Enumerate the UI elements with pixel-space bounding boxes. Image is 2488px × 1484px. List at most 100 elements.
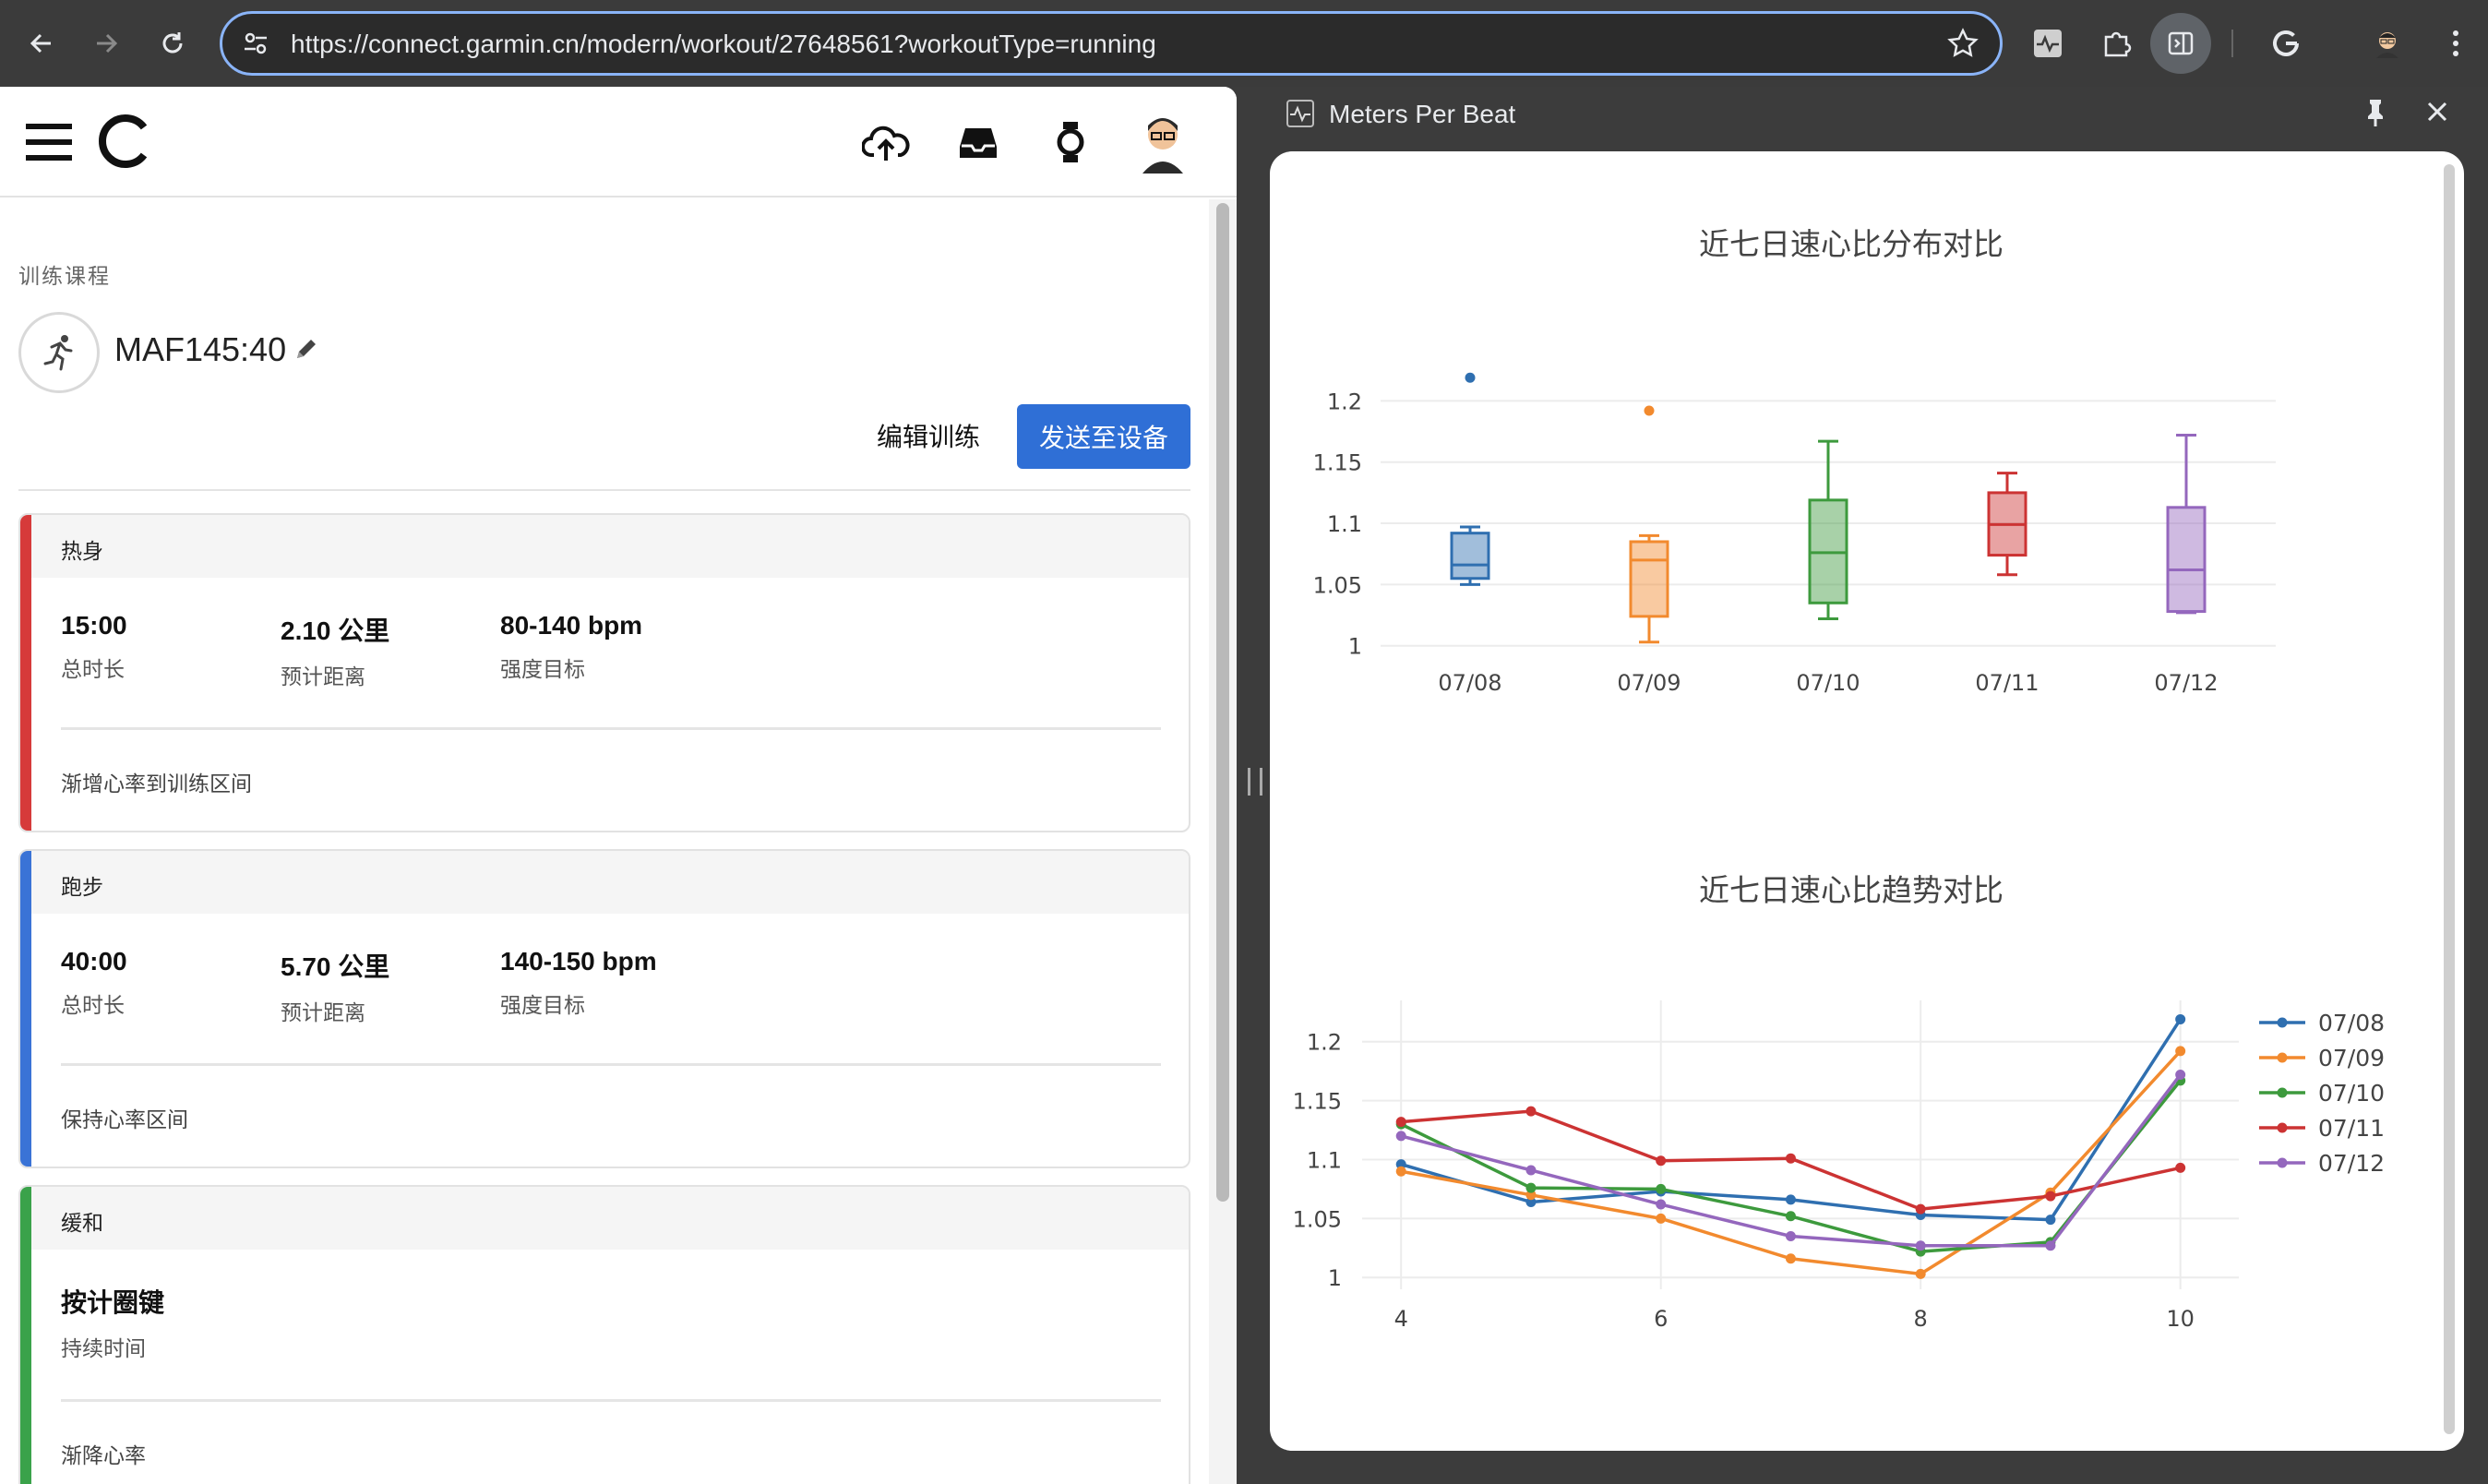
step-note: 保持心率区间 xyxy=(61,1108,188,1132)
browser-toolbar: https://connect.garmin.cn/modern/workout… xyxy=(0,0,2488,87)
step-color-bar xyxy=(20,515,31,831)
pulse-icon xyxy=(1290,105,1310,123)
series-point xyxy=(1395,1131,1406,1142)
extensions-button[interactable] xyxy=(2093,20,2139,66)
metric-value: 140-150 bpm xyxy=(500,947,657,975)
google-g-icon xyxy=(2273,30,2299,56)
extension-pulse-button[interactable] xyxy=(2025,20,2071,66)
y-tick-label: 1.2 xyxy=(1327,389,1362,414)
address-bar[interactable]: https://connect.garmin.cn/modern/workout… xyxy=(220,11,2003,76)
pulse-extension-icon xyxy=(2034,30,2062,57)
metric-target: 80-140 bpm 强度目标 xyxy=(500,611,642,683)
step-header: 跑步 xyxy=(31,851,1189,914)
metric-value: 40:00 xyxy=(61,947,127,975)
series-point xyxy=(2045,1215,2056,1226)
step-name: 缓和 xyxy=(61,1212,103,1236)
step-color-bar xyxy=(20,851,31,1167)
panel-app-icon xyxy=(1286,100,1314,127)
metric-label: 持续时间 xyxy=(61,1337,146,1361)
forward-arrow-icon xyxy=(97,33,118,54)
box-iqr xyxy=(1450,532,1490,580)
side-panel-icon xyxy=(2168,31,2194,55)
metric-duration: 按计圈键 持续时间 xyxy=(61,1283,164,1362)
edit-title-pencil-icon[interactable] xyxy=(293,336,319,362)
series-point xyxy=(1656,1155,1667,1167)
upload-cloud-icon[interactable] xyxy=(862,124,910,162)
site-settings-icon[interactable] xyxy=(241,29,270,58)
series-point xyxy=(2175,1013,2186,1024)
series-point xyxy=(1785,1253,1796,1264)
metric-value: 5.70 公里 xyxy=(281,952,390,981)
step-name: 跑步 xyxy=(61,876,103,900)
step-note: 渐增心率到训练区间 xyxy=(61,772,252,796)
box-iqr xyxy=(2166,506,2207,614)
pin-icon[interactable] xyxy=(2362,98,2388,127)
legend-label: 07/11 xyxy=(2318,1115,2385,1142)
url-text[interactable]: https://connect.garmin.cn/modern/workout… xyxy=(291,30,1156,59)
browser-menu-button[interactable] xyxy=(2433,20,2479,66)
metric-label: 强度目标 xyxy=(500,658,585,682)
panel-scrollbar[interactable] xyxy=(2442,161,2457,1434)
panel-resize-handle[interactable] xyxy=(1248,768,1262,796)
y-tick-label: 1.2 xyxy=(1307,1030,1342,1056)
close-icon[interactable] xyxy=(2423,98,2451,126)
google-button[interactable] xyxy=(2263,20,2309,66)
side-panel-button[interactable] xyxy=(2150,13,2211,74)
watch-device-icon[interactable] xyxy=(1056,120,1085,164)
box-chart-title: 近七日速心比分布对比 xyxy=(1699,226,2004,262)
metric-duration: 40:00 总时长 xyxy=(61,947,127,1019)
reload-button[interactable] xyxy=(148,18,197,68)
legend-swatch-point xyxy=(2277,1017,2288,1028)
page-scrollbar-thumb[interactable] xyxy=(1216,203,1229,1202)
metric-label: 强度目标 xyxy=(500,994,585,1018)
garmin-page: 训练课程 MAF145:40 编辑训练 发送至设备 热身 15:00 总时长 2.… xyxy=(0,87,1237,1484)
x-tick-label: 07/10 xyxy=(1796,670,1860,696)
reload-icon xyxy=(162,32,183,54)
legend-swatch-point xyxy=(2277,1052,2288,1063)
step-header: 热身 xyxy=(31,515,1189,578)
more-vert-icon xyxy=(2453,30,2458,56)
box-outlier xyxy=(1465,372,1476,383)
step-divider xyxy=(61,1063,1161,1066)
divider xyxy=(18,489,1190,491)
user-avatar-icon[interactable] xyxy=(1137,109,1189,174)
legend-swatch-point xyxy=(2277,1157,2288,1168)
x-tick-label: 10 xyxy=(2166,1306,2195,1332)
series-point xyxy=(1656,1213,1667,1224)
app-header xyxy=(0,87,1237,197)
x-tick-label: 8 xyxy=(1914,1306,1928,1332)
profile-button[interactable] xyxy=(2364,20,2410,66)
series-point xyxy=(2175,1069,2186,1080)
metric-value: 15:00 xyxy=(61,611,127,640)
inbox-tray-icon[interactable] xyxy=(958,126,999,161)
side-panel-title: Meters Per Beat xyxy=(1329,100,1516,128)
metric-distance: 2.10 公里 预计距离 xyxy=(281,611,389,690)
legend-swatch-point xyxy=(2277,1087,2288,1098)
y-tick-label: 1.15 xyxy=(1293,1089,1342,1115)
hamburger-menu-icon[interactable] xyxy=(26,122,72,162)
series-point xyxy=(1785,1194,1796,1205)
metric-label: 总时长 xyxy=(61,994,125,1018)
step-card-cooldown[interactable]: 缓和 按计圈键 持续时间 渐降心率 xyxy=(18,1185,1190,1484)
edit-workout-button[interactable]: 编辑训练 xyxy=(877,417,980,454)
breadcrumb[interactable]: 训练课程 xyxy=(18,258,111,290)
series-point xyxy=(2175,1162,2186,1173)
garmin-connect-logo-icon[interactable] xyxy=(96,113,153,170)
series-point xyxy=(1525,1106,1537,1117)
x-tick-label: 07/11 xyxy=(1975,670,2039,696)
y-tick-label: 1.05 xyxy=(1313,572,1362,598)
back-button[interactable] xyxy=(17,18,66,68)
send-to-device-button[interactable]: 发送至设备 xyxy=(1017,404,1190,469)
step-card-warmup[interactable]: 热身 15:00 总时长 2.10 公里 预计距离 80-140 bpm 强度目标 渐… xyxy=(18,513,1190,832)
workout-type-badge xyxy=(18,312,100,393)
charts-svg: 近七日速心比分布对比 近七日速心比趋势对比 1 1.05 1.1 1.15 1.2 07/… xyxy=(1293,226,2385,1332)
step-divider xyxy=(61,1399,1161,1402)
y-tick-label: 1.15 xyxy=(1313,450,1362,476)
bookmark-star-icon[interactable] xyxy=(1946,27,1980,60)
step-card-run[interactable]: 跑步 40:00 总时长 5.70 公里 预计距离 140-150 bpm 强度目标 … xyxy=(18,849,1190,1168)
step-divider xyxy=(61,727,1161,730)
metric-value: 2.10 公里 xyxy=(281,616,390,645)
forward-button[interactable] xyxy=(81,18,131,68)
series-point xyxy=(2045,1240,2056,1251)
series-point xyxy=(1915,1240,1926,1251)
